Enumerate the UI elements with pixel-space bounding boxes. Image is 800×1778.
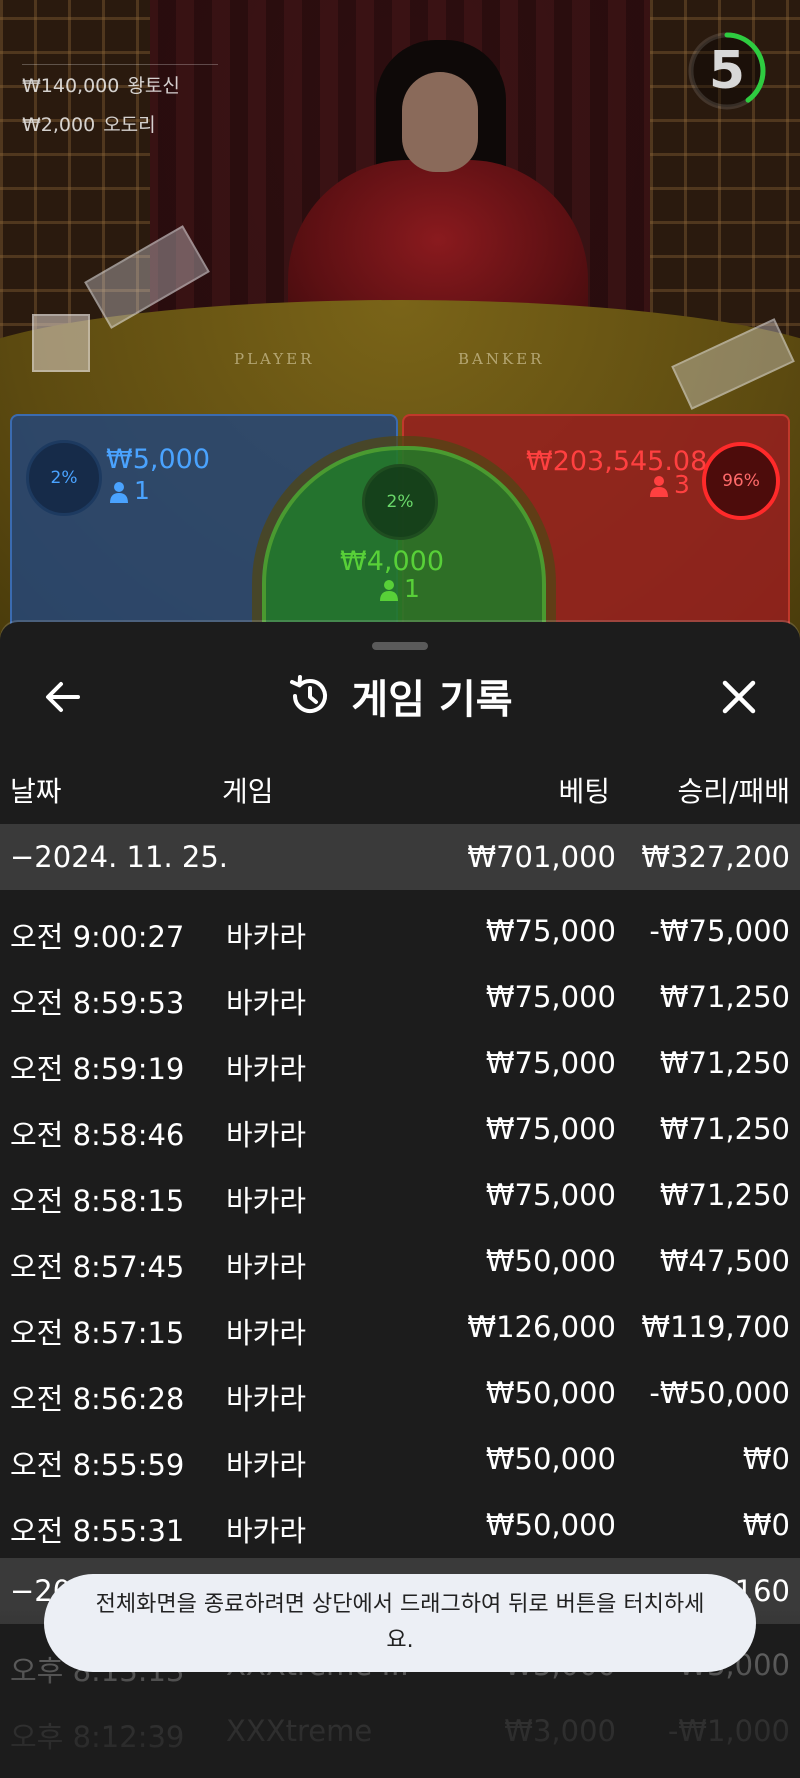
row-bet: ₩75,000 bbox=[485, 1178, 616, 1212]
player-percent: 2% bbox=[26, 440, 102, 516]
column-header-date: 날짜 bbox=[10, 775, 62, 808]
row-result: -₩1,000 bbox=[667, 1714, 790, 1748]
row-date: 오전 8:59:19 bbox=[10, 1052, 185, 1086]
row-bet: ₩3,000 bbox=[504, 1714, 616, 1748]
history-row[interactable]: 오전 8:57:15 바카라 ₩126,000 ₩119,700 bbox=[0, 1294, 800, 1360]
card-deck bbox=[32, 314, 90, 372]
row-date: 오전 8:56:28 bbox=[10, 1382, 185, 1416]
row-result: -₩75,000 bbox=[649, 914, 790, 948]
row-result: ₩71,250 bbox=[659, 980, 790, 1014]
history-row[interactable]: 오전 8:59:53 바카라 ₩75,000 ₩71,250 bbox=[0, 964, 800, 1030]
banker-bettor-count: 3 bbox=[650, 470, 690, 499]
row-date: 오전 9:00:27 bbox=[10, 920, 185, 954]
sheet-title: 게임 기록 bbox=[351, 677, 513, 723]
fullscreen-exit-toast: 전체화면을 종료하려면 상단에서 드래그하여 뒤로 버튼을 터치하세요. bbox=[44, 1574, 756, 1672]
player-bet-amount: ₩5,000 bbox=[106, 444, 210, 475]
row-game: 바카라 bbox=[226, 1514, 307, 1548]
date-group-row[interactable]: −2024. 11. 25. ₩701,000 ₩327,200 bbox=[0, 824, 800, 890]
row-date: 오전 8:57:15 bbox=[10, 1316, 185, 1350]
row-game: 바카라 bbox=[226, 1448, 307, 1482]
row-bet: ₩50,000 bbox=[485, 1442, 616, 1476]
top-bet-name: 왕토신 bbox=[127, 75, 180, 97]
tie-percent: 2% bbox=[362, 464, 438, 540]
row-game: 바카라 bbox=[226, 1382, 307, 1416]
tie-count-value: 1 bbox=[404, 574, 420, 603]
row-bet: ₩75,000 bbox=[485, 1046, 616, 1080]
row-result: ₩71,250 bbox=[659, 1112, 790, 1146]
column-header-bet: 베팅 bbox=[558, 775, 610, 808]
row-result: ₩0 bbox=[742, 1442, 790, 1476]
row-game: XXXtreme bbox=[226, 1714, 373, 1748]
tie-bettor-count: 1 bbox=[380, 574, 420, 603]
row-result: -₩50,000 bbox=[649, 1376, 790, 1410]
history-row[interactable]: 오전 8:55:59 바카라 ₩50,000 ₩0 bbox=[0, 1426, 800, 1492]
column-header-game: 게임 bbox=[222, 775, 274, 808]
row-bet: ₩50,000 bbox=[485, 1244, 616, 1278]
row-date: 오전 8:55:59 bbox=[10, 1448, 185, 1482]
row-bet: ₩126,000 bbox=[467, 1310, 616, 1344]
player-bettor-count: 1 bbox=[110, 476, 150, 505]
row-result: ₩47,500 bbox=[659, 1244, 790, 1278]
top-bet-row: ₩2,000 오도리 bbox=[22, 110, 218, 137]
banker-percent: 96% bbox=[702, 442, 780, 520]
row-game: 바카라 bbox=[226, 1052, 307, 1086]
row-date: 오전 8:55:31 bbox=[10, 1514, 185, 1548]
history-row[interactable]: 오전 8:58:46 바카라 ₩75,000 ₩71,250 bbox=[0, 1096, 800, 1162]
player-count-value: 1 bbox=[134, 476, 150, 505]
row-game: 바카라 bbox=[226, 1316, 307, 1350]
history-row[interactable]: 오후 8:12:39 XXXtreme ₩3,000 -₩1,000 bbox=[0, 1698, 800, 1764]
sheet-header: 게임 기록 bbox=[0, 666, 800, 726]
row-result: ₩119,700 bbox=[641, 1310, 790, 1344]
history-row[interactable]: 오전 8:55:31 바카라 ₩50,000 ₩0 bbox=[0, 1492, 800, 1558]
row-result: ₩71,250 bbox=[659, 1046, 790, 1080]
row-game: 바카라 bbox=[226, 1118, 307, 1152]
felt-label-banker: BANKER bbox=[458, 350, 545, 368]
row-date: 오후 8:12:39 bbox=[10, 1720, 185, 1754]
row-date: 오전 8:59:53 bbox=[10, 986, 185, 1020]
history-icon bbox=[290, 675, 328, 713]
tie-bet-amount: ₩4,000 bbox=[340, 546, 444, 577]
person-icon bbox=[110, 482, 128, 503]
countdown-value: 5 bbox=[708, 41, 746, 101]
row-date: 오전 8:58:15 bbox=[10, 1184, 185, 1218]
row-date: 오전 8:57:45 bbox=[10, 1250, 185, 1284]
row-bet: ₩50,000 bbox=[485, 1508, 616, 1542]
row-date: −2024. 11. 25. bbox=[10, 840, 228, 874]
row-result: ₩71,250 bbox=[659, 1178, 790, 1212]
top-bet-amount: ₩2,000 bbox=[22, 114, 96, 136]
row-bet: ₩701,000 bbox=[467, 840, 616, 874]
row-game: 바카라 bbox=[226, 986, 307, 1020]
top-bet-name: 오도리 bbox=[103, 114, 156, 136]
row-date: 오전 8:58:46 bbox=[10, 1118, 185, 1152]
column-header-result: 승리/패배 bbox=[677, 775, 790, 808]
row-game: 바카라 bbox=[226, 920, 307, 954]
row-bet: ₩75,000 bbox=[485, 914, 616, 948]
row-result: ₩327,200 bbox=[641, 840, 790, 874]
countdown-timer: 5 bbox=[686, 30, 768, 112]
top-bet-amount: ₩140,000 bbox=[22, 75, 120, 97]
close-icon bbox=[722, 680, 756, 714]
banker-count-value: 3 bbox=[674, 470, 690, 499]
row-game: 바카라 bbox=[226, 1184, 307, 1218]
history-row[interactable]: 오전 8:58:15 바카라 ₩75,000 ₩71,250 bbox=[0, 1162, 800, 1228]
history-row[interactable]: 오전 9:00:27 바카라 ₩75,000 -₩75,000 bbox=[0, 898, 800, 964]
felt-label-player: PLAYER bbox=[234, 350, 315, 368]
row-bet: ₩75,000 bbox=[485, 980, 616, 1014]
dealer-face bbox=[402, 72, 478, 172]
person-icon bbox=[380, 580, 398, 601]
sheet-drag-handle[interactable] bbox=[372, 642, 428, 650]
close-button[interactable] bbox=[716, 674, 762, 720]
person-icon bbox=[650, 476, 668, 497]
row-bet: ₩75,000 bbox=[485, 1112, 616, 1146]
row-result: ₩0 bbox=[742, 1508, 790, 1542]
top-bet-row: ₩140,000 왕토신 bbox=[22, 71, 218, 98]
row-bet: ₩50,000 bbox=[485, 1376, 616, 1410]
history-row[interactable]: 오전 8:57:45 바카라 ₩50,000 ₩47,500 bbox=[0, 1228, 800, 1294]
top-bets-list: ₩140,000 왕토신 ₩2,000 오도리 bbox=[22, 64, 218, 149]
row-game: 바카라 bbox=[226, 1250, 307, 1284]
history-row[interactable]: 오전 8:59:19 바카라 ₩75,000 ₩71,250 bbox=[0, 1030, 800, 1096]
history-row[interactable]: 오전 8:56:28 바카라 ₩50,000 -₩50,000 bbox=[0, 1360, 800, 1426]
